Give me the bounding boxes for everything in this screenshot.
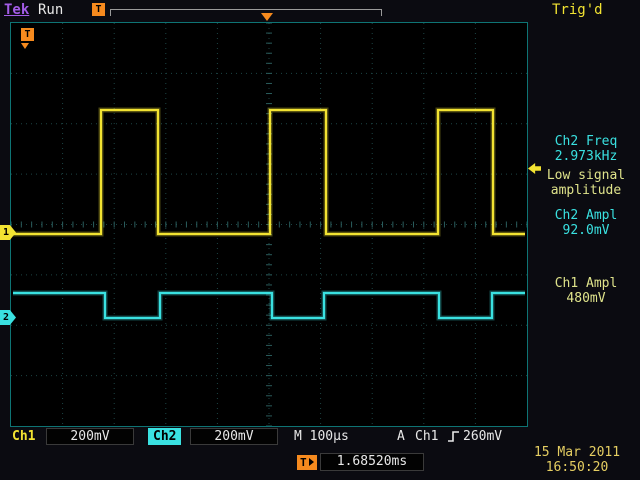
ch2-ampl-label: Ch2 Ampl bbox=[534, 208, 638, 223]
ch1-marker-label: 1 bbox=[3, 227, 9, 238]
ch2-ampl-value: 92.0mV bbox=[534, 223, 638, 238]
ch1-ampl-label: Ch1 Ampl bbox=[534, 276, 638, 291]
delay-flag-arrow-icon bbox=[309, 458, 314, 466]
record-bar-left-tick-icon bbox=[110, 9, 111, 16]
acquisition-status: Run bbox=[38, 2, 63, 18]
ch1-scale-value: 200mV bbox=[46, 428, 134, 445]
graticule: T bbox=[10, 22, 528, 427]
acquire-indicator: A bbox=[397, 429, 405, 444]
trigger-position-marker-icon bbox=[261, 13, 273, 21]
waveform-canvas bbox=[11, 23, 527, 426]
ch1-scale-label: Ch1 bbox=[12, 429, 35, 444]
timebase-readout: M 100µs bbox=[294, 429, 349, 444]
trigger-position-flag: T bbox=[92, 3, 105, 16]
oscilloscope-screen: Tek Run T Trig'd T 1 2 Ch2 Freq 2.973kHz… bbox=[0, 0, 640, 480]
trigger-t-flag: T bbox=[21, 28, 34, 41]
record-view-bar bbox=[110, 9, 382, 16]
record-bar-right-tick-icon bbox=[381, 9, 382, 16]
ch1-ampl-value: 480mV bbox=[534, 291, 638, 306]
trigger-level-value: 260mV bbox=[463, 429, 502, 444]
ch2-freq-label: Ch2 Freq bbox=[534, 134, 638, 149]
date-display: 15 Mar 2011 bbox=[516, 445, 638, 460]
ch2-scale-value: 200mV bbox=[190, 428, 278, 445]
trigger-source: Ch1 bbox=[415, 429, 438, 444]
delay-time-value: 1.68520ms bbox=[320, 453, 424, 471]
rising-edge-icon bbox=[447, 430, 460, 443]
trigger-status: Trig'd bbox=[552, 2, 603, 18]
ch2-freq-value: 2.973kHz bbox=[534, 149, 638, 164]
ch2-scale-label: Ch2 bbox=[148, 428, 181, 445]
warning-line-2: amplitude bbox=[534, 183, 638, 198]
brand-logo: Tek bbox=[4, 2, 29, 18]
delay-flag: T bbox=[297, 455, 317, 470]
warning-line-1: Low signal bbox=[534, 168, 638, 183]
delay-flag-label: T bbox=[300, 456, 307, 469]
ch2-marker-label: 2 bbox=[3, 312, 9, 323]
trigger-t-arrow-icon bbox=[21, 43, 29, 49]
time-display: 16:50:20 bbox=[516, 460, 638, 475]
